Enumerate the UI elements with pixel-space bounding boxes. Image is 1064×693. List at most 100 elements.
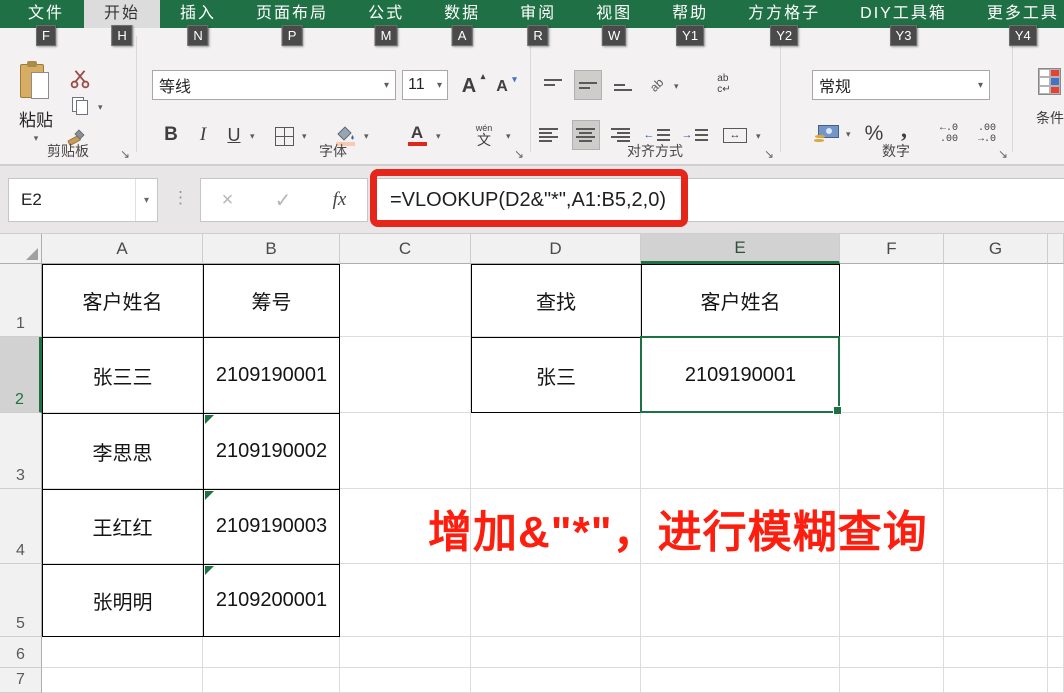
cell-B5[interactable]: 2109200001 — [203, 564, 340, 637]
grid-cell[interactable] — [340, 564, 471, 637]
column-header-D[interactable]: D — [471, 234, 641, 264]
grid-cell[interactable] — [840, 668, 944, 693]
tab-file[interactable]: 文件 F — [8, 0, 84, 46]
grid-cell[interactable] — [471, 564, 641, 637]
grid-cell[interactable] — [1048, 564, 1064, 637]
cell-E1[interactable]: 客户姓名 — [641, 264, 840, 337]
wrap-text-button[interactable]: ab c↵ — [708, 68, 740, 100]
column-header-B[interactable]: B — [203, 234, 340, 264]
cell-B4[interactable]: 2109190003 — [203, 489, 340, 564]
column-header-C[interactable]: C — [340, 234, 471, 264]
number-format-select[interactable]: 常规 ▾ — [812, 70, 990, 100]
comma-style-button[interactable]: , — [894, 116, 914, 144]
cell-A4[interactable]: 王红红 — [42, 489, 203, 564]
cell-A2[interactable]: 张三三 — [42, 337, 203, 413]
tab-more-tools[interactable]: 更多工具 Y4 — [967, 0, 1064, 46]
grid-cell[interactable] — [340, 668, 471, 693]
grid-cell[interactable] — [840, 564, 944, 637]
row-header-6[interactable]: 6 — [0, 637, 42, 668]
grid-cell[interactable] — [471, 668, 641, 693]
column-header-E[interactable]: E — [641, 234, 840, 264]
row-header-7[interactable]: 7 — [0, 668, 42, 693]
tab-diy-toolbox[interactable]: DIY工具箱 Y3 — [840, 0, 967, 46]
tab-data[interactable]: 数据 A — [424, 0, 500, 46]
grid-cell[interactable] — [944, 264, 1048, 337]
grid-cell[interactable] — [641, 413, 840, 489]
grid-cell[interactable] — [340, 637, 471, 668]
tab-home[interactable]: 开始 H — [84, 0, 161, 46]
cell-B1[interactable]: 筹号 — [203, 264, 340, 337]
cell-E2-selected[interactable]: 2109190001 — [641, 337, 840, 413]
grid-cell[interactable] — [840, 637, 944, 668]
increase-font-size-button[interactable]: A ▴ — [456, 72, 485, 99]
enter-icon[interactable]: ✓ — [275, 188, 292, 213]
grid-cell[interactable] — [471, 637, 641, 668]
grid-cell[interactable] — [641, 564, 840, 637]
tab-review[interactable]: 审阅 R — [500, 0, 576, 46]
grid-cell[interactable] — [944, 564, 1048, 637]
tab-help[interactable]: 帮助 Y1 — [652, 0, 728, 46]
cell-A5[interactable]: 张明明 — [42, 564, 203, 637]
formula-input[interactable]: =VLOOKUP(D2&"*",A1:B5,2,0) — [376, 178, 1064, 222]
cell-B2[interactable]: 2109190001 — [203, 337, 340, 413]
cell-D2[interactable]: 张三 — [471, 337, 641, 413]
grid-cell[interactable] — [1048, 668, 1064, 693]
grid-cell[interactable] — [944, 668, 1048, 693]
font-size-select[interactable]: 11 ▾ — [402, 70, 448, 100]
grid-cell[interactable] — [840, 337, 944, 413]
row-header-5[interactable]: 5 — [0, 564, 42, 637]
insert-function-icon[interactable]: fx — [333, 189, 347, 211]
number-dialog-launcher-icon[interactable]: ↘ — [998, 148, 1008, 160]
grid-cell[interactable] — [1048, 337, 1064, 413]
tab-insert[interactable]: 插入 N — [160, 0, 236, 46]
grid-cell[interactable] — [641, 637, 840, 668]
grid-cell[interactable] — [340, 337, 471, 413]
top-align-button[interactable] — [540, 72, 566, 98]
orientation-dropdown-arrow[interactable]: ▾ — [674, 81, 679, 92]
grid-cell[interactable] — [944, 489, 1048, 564]
copy-dropdown-arrow[interactable]: ▾ — [98, 102, 103, 113]
formula-bar-drag-handle[interactable]: ⋮ — [172, 188, 189, 208]
cell-A3[interactable]: 李思思 — [42, 413, 203, 489]
column-header-G[interactable]: G — [944, 234, 1048, 264]
tab-view[interactable]: 视图 W — [576, 0, 652, 46]
grid-cell[interactable] — [840, 264, 944, 337]
name-box[interactable]: E2 ▾ — [8, 178, 158, 222]
grid-cell[interactable] — [471, 413, 641, 489]
column-header-A[interactable]: A — [42, 234, 203, 264]
grid-cell[interactable] — [1048, 489, 1064, 564]
column-header-F[interactable]: F — [840, 234, 944, 264]
middle-align-button[interactable] — [574, 70, 602, 100]
accounting-dropdown-arrow[interactable]: ▾ — [846, 129, 851, 140]
row-header-1[interactable]: 1 — [0, 264, 42, 337]
name-box-dropdown-arrow[interactable]: ▾ — [135, 179, 157, 221]
column-header-partial[interactable] — [1048, 234, 1064, 264]
grid-cell[interactable] — [1048, 264, 1064, 337]
grid-cell[interactable] — [840, 413, 944, 489]
grid-cell[interactable] — [944, 637, 1048, 668]
row-header-4[interactable]: 4 — [0, 489, 42, 564]
font-dialog-launcher-icon[interactable]: ↘ — [514, 148, 524, 160]
grid-cell[interactable] — [641, 668, 840, 693]
grid-cell[interactable] — [944, 337, 1048, 413]
copy-button[interactable] — [68, 95, 92, 117]
alignment-dialog-launcher-icon[interactable]: ↘ — [764, 148, 774, 160]
conditional-formatting-icon[interactable] — [1038, 68, 1061, 95]
grid-cell[interactable] — [1048, 413, 1064, 489]
grid-cell[interactable] — [340, 264, 471, 337]
grid-cell[interactable] — [944, 413, 1048, 489]
decrease-font-size-button[interactable]: A ▾ — [490, 75, 517, 99]
row-header-2[interactable]: 2 — [0, 337, 42, 413]
grid-cell[interactable] — [203, 637, 340, 668]
grid-cell[interactable] — [340, 413, 471, 489]
cell-D1[interactable]: 查找 — [471, 264, 641, 337]
cut-button[interactable] — [66, 67, 94, 91]
cancel-icon[interactable]: × — [222, 189, 234, 212]
tab-page-layout[interactable]: 页面布局 P — [236, 0, 348, 46]
orientation-button[interactable]: ab — [644, 71, 670, 99]
grid-cell[interactable] — [42, 668, 203, 693]
row-header-3[interactable]: 3 — [0, 413, 42, 489]
font-name-select[interactable]: 等线 ▾ — [152, 70, 396, 100]
cell-A1[interactable]: 客户姓名 — [42, 264, 203, 337]
grid-cell[interactable] — [1048, 637, 1064, 668]
